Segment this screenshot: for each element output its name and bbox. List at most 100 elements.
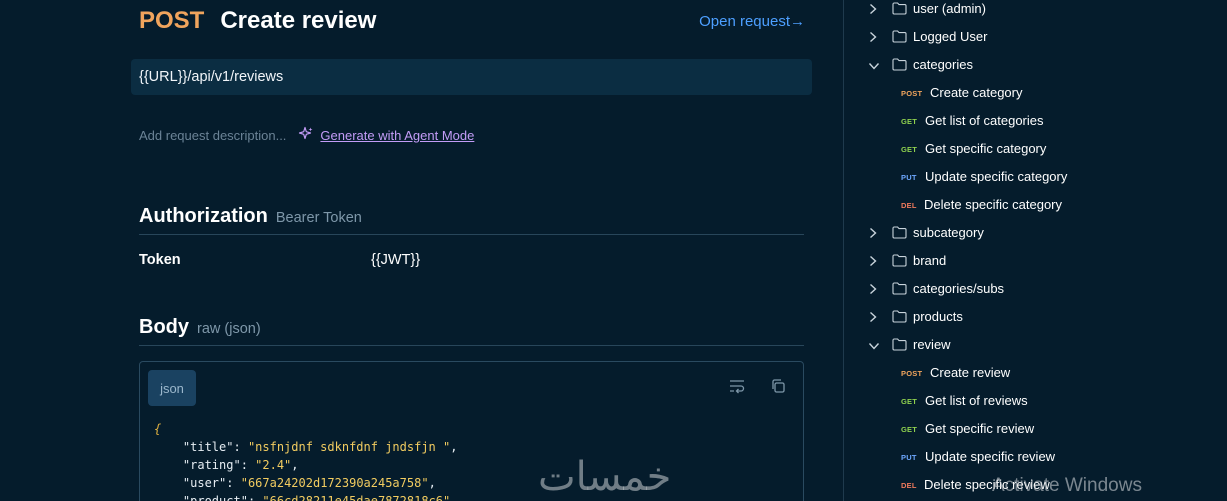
sparkle-icon [298, 126, 314, 145]
chevron-right-icon[interactable] [868, 311, 878, 326]
activate-windows-watermark: Activate Windows [992, 475, 1142, 496]
sidebar-request-label: Create review [930, 365, 1011, 380]
sidebar-request[interactable]: GET Get specific category [844, 135, 1227, 163]
json-line: "user": "667a24202d172390a245a758", [182, 476, 436, 490]
sidebar-request-label: Create category [930, 85, 1023, 100]
json-key: "rating" [182, 458, 241, 472]
body-title: Body [139, 316, 189, 338]
sidebar-request-label: Get specific review [925, 421, 1035, 436]
auth-token-value: {{JWT}} [371, 252, 421, 268]
json-line: "title": "nsfnjdnf sdknfdnf jndsfjn ", [182, 440, 458, 454]
sidebar-request-label: Update specific review [925, 449, 1056, 464]
method-badge: GET [901, 425, 918, 434]
sidebar-folder-label: subcategory [913, 225, 984, 240]
chevron-right-icon[interactable] [868, 31, 878, 46]
chevron-right-icon[interactable] [868, 227, 878, 242]
watermark-logo: خمسات [538, 454, 672, 500]
sidebar-request-label: Get specific category [925, 141, 1047, 156]
method-badge: POST [901, 369, 923, 378]
sidebar-folder[interactable]: categories/subs [844, 275, 1227, 303]
sidebar-request[interactable]: PUT Update specific review [844, 443, 1227, 471]
folder-icon [892, 30, 907, 46]
method-badge: GET [901, 145, 918, 154]
sidebar-folder-label: review [913, 337, 951, 352]
json-key: "user" [182, 476, 227, 490]
sidebar-request[interactable]: DEL Delete specific category [844, 191, 1227, 219]
request-url-text: {{URL}}/api/v1/reviews [139, 69, 284, 85]
json-key: "title" [182, 440, 234, 454]
folder-icon [892, 2, 907, 18]
method-badge: GET [901, 117, 918, 126]
body-type: raw (json) [197, 321, 261, 337]
sidebar-folder-label: Logged User [913, 29, 988, 44]
sidebar-request[interactable]: GET Get list of categories [844, 107, 1227, 135]
json-value: "2.4" [255, 458, 292, 472]
body-heading: Body raw (json) [139, 316, 804, 346]
folder-icon [892, 310, 907, 326]
request-name: Create review [220, 7, 377, 34]
agent-mode-link[interactable]: Generate with Agent Mode [298, 126, 474, 145]
folder-icon [892, 226, 907, 242]
sidebar-request-label: Get list of categories [925, 113, 1044, 128]
chevron-right-icon[interactable] [868, 283, 878, 298]
sidebar-folder[interactable]: user (admin) [844, 0, 1227, 23]
method-badge: DEL [901, 481, 917, 490]
json-line: "product": "66cd28211e45dae7872818c6", [154, 494, 458, 501]
request-url[interactable]: {{URL}}/api/v1/reviews [131, 59, 812, 95]
sidebar-request-label: Update specific category [925, 169, 1068, 184]
method-badge: GET [901, 397, 918, 406]
json-value: "nsfnjdnf sdknfdnf jndsfjn " [247, 440, 451, 454]
sidebar-request[interactable]: PUT Update specific category [844, 163, 1227, 191]
sidebar-folder[interactable]: subcategory [844, 219, 1227, 247]
wrap-lines-icon[interactable] [728, 377, 746, 395]
authorization-title: Authorization [139, 205, 268, 227]
chevron-right-icon[interactable] [868, 3, 878, 18]
method-badge: PUT [901, 173, 917, 182]
sidebar-folder-label: brand [913, 253, 947, 268]
chevron-down-icon[interactable] [868, 59, 880, 74]
description-row: Add request description... Generate with… [139, 126, 474, 145]
json-value: "66cd28211e45dae7872818c6" [262, 494, 451, 501]
json-key: "product" [182, 494, 248, 501]
method-badge: PUT [901, 453, 917, 462]
sidebar-request-label: Get list of reviews [925, 393, 1028, 408]
request-method: POST [139, 7, 205, 34]
sidebar-folder-label: categories [913, 57, 973, 72]
sidebar-folder[interactable]: review [844, 331, 1227, 359]
sidebar-folder-label: user (admin) [913, 1, 986, 16]
chevron-right-icon[interactable] [868, 255, 878, 270]
language-chip[interactable]: json [148, 370, 196, 406]
request-title: POST Create review [139, 6, 376, 36]
sidebar-folder[interactable]: products [844, 303, 1227, 331]
method-badge: DEL [901, 201, 917, 210]
json-open-brace: { [154, 422, 162, 436]
folder-icon [892, 338, 907, 354]
sidebar-folder[interactable]: categories [844, 51, 1227, 79]
chevron-down-icon[interactable] [868, 339, 880, 354]
sidebar-folder[interactable]: brand [844, 247, 1227, 275]
authorization-heading: Authorization Bearer Token [139, 205, 804, 235]
copy-icon[interactable] [769, 377, 787, 395]
json-code: { "title": "nsfnjdnf sdknfdnf jndsfjn ",… [154, 420, 457, 501]
agent-mode-label: Generate with Agent Mode [320, 128, 475, 143]
authorization-type: Bearer Token [275, 210, 362, 226]
sidebar-folder-label: categories/subs [913, 281, 1005, 296]
sidebar-request[interactable]: GET Get specific review [844, 415, 1227, 443]
json-value: "667a24202d172390a245a758" [240, 476, 429, 490]
folder-icon [892, 254, 907, 270]
sidebar-request[interactable]: POST Create review [844, 359, 1227, 387]
sidebar-folder-label: products [913, 309, 963, 324]
sidebar-request[interactable]: POST Create category [844, 79, 1227, 107]
open-request-link[interactable]: Open request→ [699, 13, 805, 30]
sidebar-folder[interactable]: Logged User [844, 23, 1227, 51]
collection-sidebar: user (admin) Logged User categories POST Cre… [843, 0, 1227, 501]
sidebar-request-label: Delete specific category [924, 197, 1063, 212]
sidebar-request[interactable]: GET Get list of reviews [844, 387, 1227, 415]
method-badge: POST [901, 89, 923, 98]
folder-icon [892, 282, 907, 298]
description-placeholder[interactable]: Add request description... [139, 128, 286, 143]
body-code-block: json { "title": "nsfnjdnf sdknfdnf jndsf… [139, 361, 804, 501]
request-documentation-pane: POST Create review Open request→ {{URL}}… [0, 0, 843, 501]
json-line: "rating": "2.4", [182, 458, 299, 472]
auth-token-key: Token [139, 252, 181, 268]
